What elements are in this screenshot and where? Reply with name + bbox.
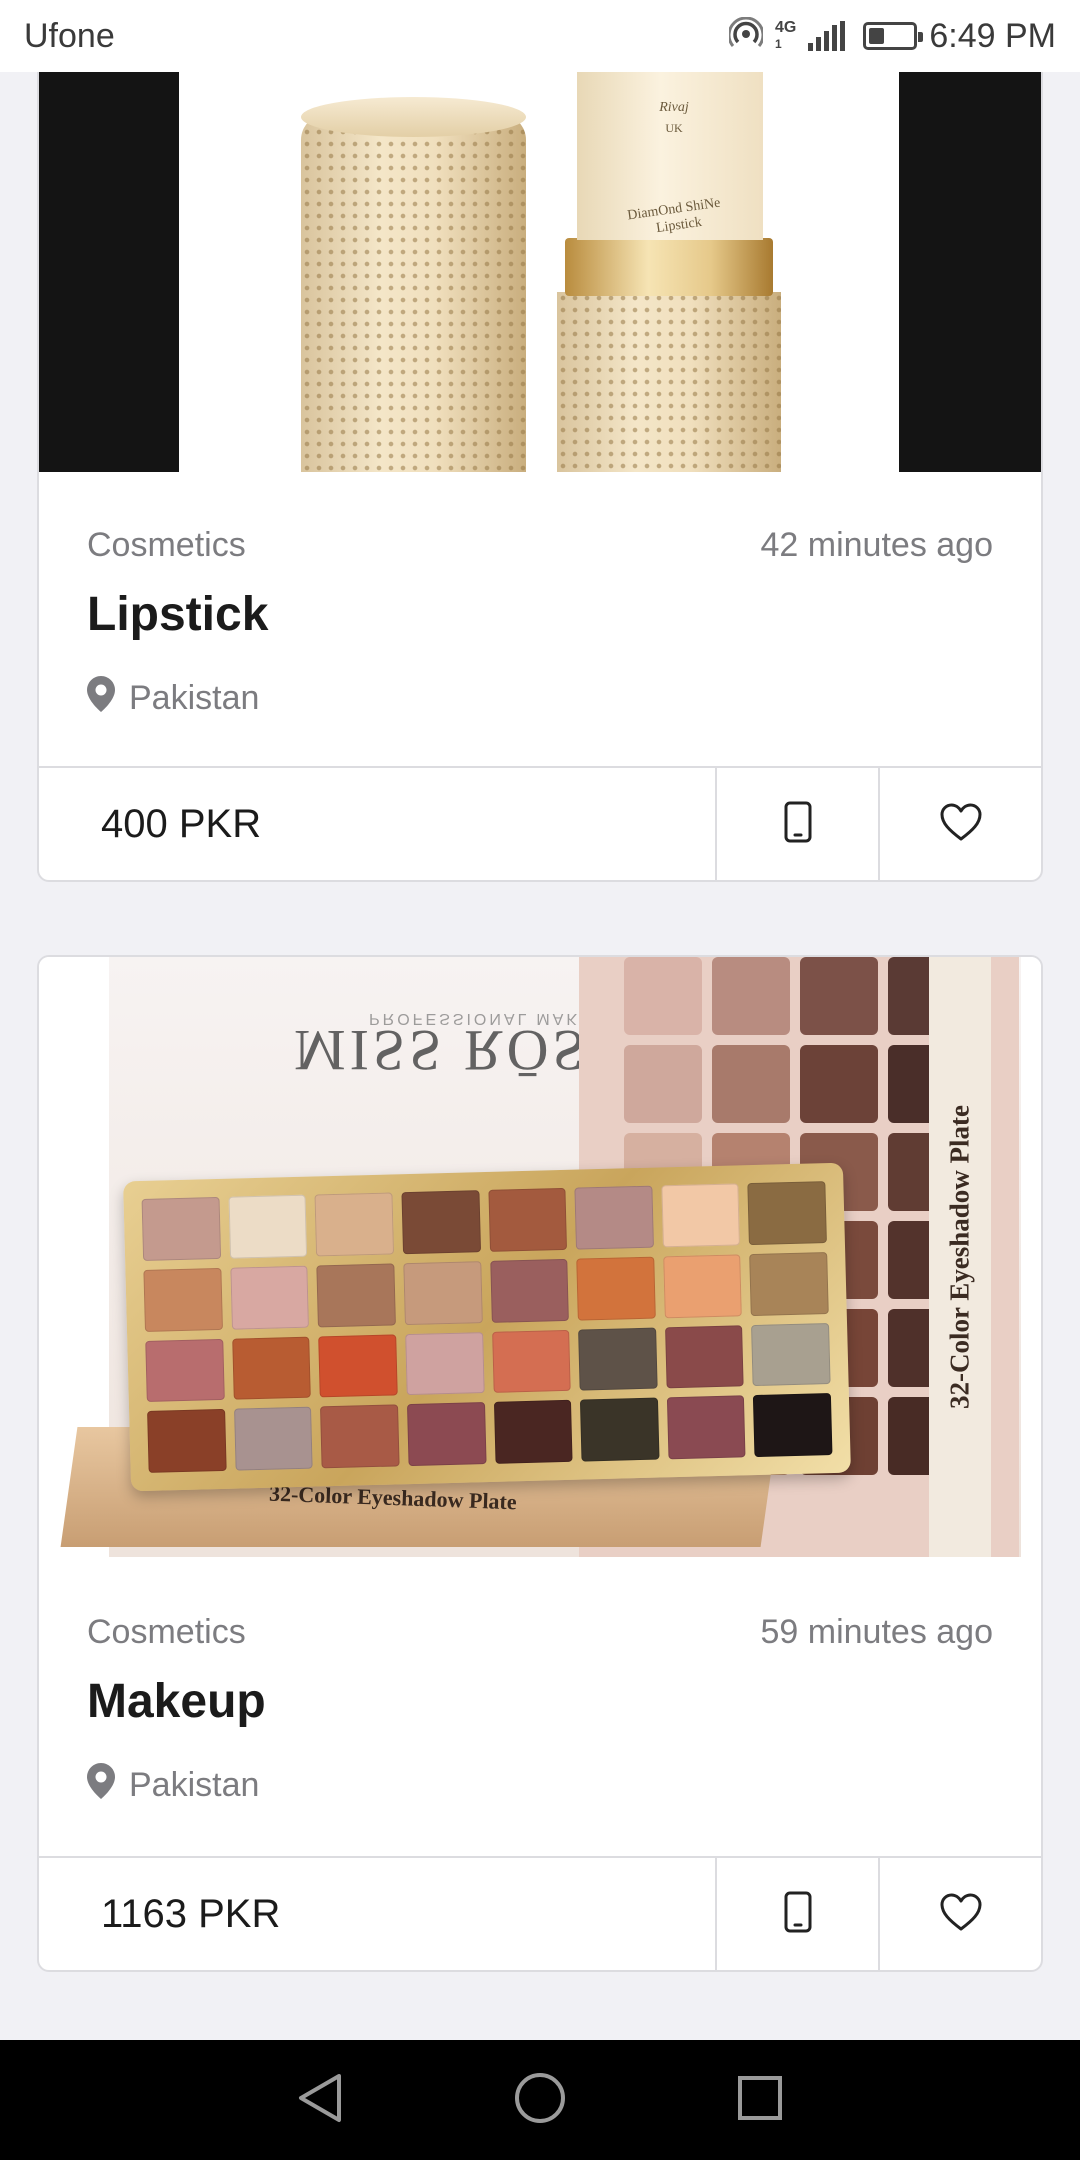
listing-card[interactable]: Rivaj UK DiamOnd ShiNe Lipstick Cosmetic… [37, 40, 1043, 882]
image-brand-text: Rivaj [659, 100, 689, 115]
system-nav-bar [0, 2040, 1080, 2160]
back-button[interactable] [285, 2065, 355, 2135]
recents-button[interactable] [725, 2065, 795, 2135]
signal-strength-icon [808, 21, 846, 51]
location-label: Pakistan [129, 679, 260, 717]
listing-title[interactable]: Makeup [87, 1674, 993, 1729]
image-side-text: 32-Color Eyeshadow Plate [944, 1105, 975, 1409]
phone-icon [784, 801, 812, 848]
phone-icon [784, 1891, 812, 1938]
location-pin-icon [87, 676, 115, 721]
recents-square-icon [736, 2074, 784, 2127]
clock: 6:49 PM [929, 16, 1056, 55]
location-label: Pakistan [129, 1766, 260, 1804]
heart-icon [939, 1892, 983, 1937]
listing-time: 59 minutes ago [760, 1613, 994, 1651]
battery-icon [863, 22, 924, 50]
status-bar: Ufone 4G 1 6:49 PM [0, 0, 1080, 72]
listing-info: Cosmetics 59 minutes ago Makeup Pakistan [39, 1559, 1041, 1808]
listing-price: 1163 PKR [101, 1891, 281, 1936]
listing-price: 400 PKR [101, 801, 262, 846]
call-button[interactable] [715, 1858, 878, 1970]
listing-card[interactable]: PROFESSIONAL MAKE UP MISS RŌSE 32-Color … [37, 955, 1043, 1972]
image-brand-sub: UK [665, 121, 683, 135]
heart-icon [939, 802, 983, 847]
back-triangle-icon [295, 2072, 345, 2129]
listing-footer: 400 PKR [39, 766, 1041, 880]
home-button[interactable] [505, 2065, 575, 2135]
listing-category: Cosmetics [87, 526, 246, 564]
listing-image[interactable]: Rivaj UK DiamOnd ShiNe Lipstick [39, 42, 1041, 472]
listing-image[interactable]: PROFESSIONAL MAKE UP MISS RŌSE 32-Color … [39, 957, 1041, 1559]
battery-fill [869, 28, 885, 44]
listing-time: 42 minutes ago [760, 526, 994, 564]
favorite-button[interactable] [878, 768, 1041, 880]
status-icons: 4G 1 6:49 PM [727, 16, 1056, 56]
listing-location: Pakistan [87, 1763, 993, 1808]
listing-location: Pakistan [87, 676, 993, 721]
carrier-name: Ufone [24, 16, 115, 55]
network-sim-label: 1 [775, 37, 782, 51]
listing-title[interactable]: Lipstick [87, 587, 993, 642]
favorite-button[interactable] [878, 1858, 1041, 1970]
call-button[interactable] [715, 768, 878, 880]
home-circle-icon [513, 2071, 567, 2130]
listing-footer: 1163 PKR [39, 1856, 1041, 1970]
network-type-label: 4G [775, 19, 797, 36]
location-pin-icon [87, 1763, 115, 1808]
hotspot-icon [727, 16, 765, 56]
listing-info: Cosmetics 42 minutes ago Lipstick Pakist… [39, 472, 1041, 721]
listing-category: Cosmetics [87, 1613, 246, 1651]
eyeshadow-palette-image [123, 1162, 851, 1492]
